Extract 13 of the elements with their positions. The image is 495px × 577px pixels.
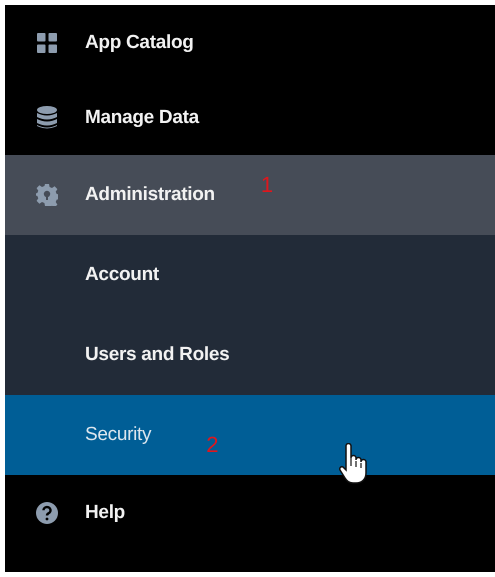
menu-item[interactable]: Manage Data <box>5 80 495 155</box>
menu-item[interactable]: Help <box>5 475 495 550</box>
grid-icon <box>37 32 57 52</box>
annotation-number: 1 <box>260 172 274 198</box>
menu-item[interactable]: App Catalog <box>5 5 495 80</box>
menu-item[interactable]: Administration 1 <box>5 155 495 235</box>
hand-cursor-icon <box>338 443 368 485</box>
annotation-number: 2 <box>206 432 218 458</box>
help-icon <box>36 502 58 524</box>
submenu-item[interactable]: Account <box>5 235 495 315</box>
database-icon <box>37 106 57 130</box>
gear-icon <box>36 184 58 206</box>
submenu-item[interactable]: Users and Roles <box>5 315 495 395</box>
